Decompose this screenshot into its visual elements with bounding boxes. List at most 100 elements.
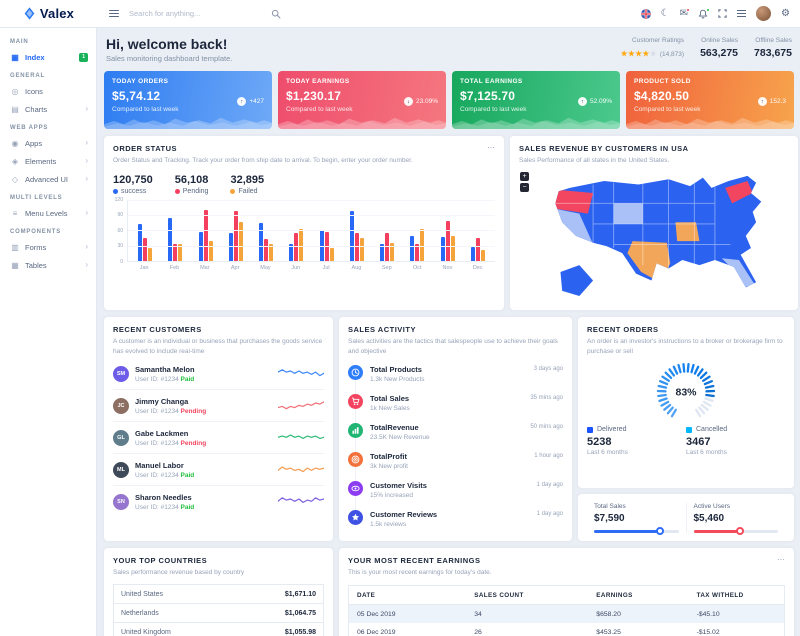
bar-failed[interactable] (451, 236, 455, 260)
earnings-amount: $658.20 (588, 605, 688, 624)
customer-name: Manuel Labor (135, 461, 194, 470)
recent-earnings-menu-icon[interactable]: ⋯ (777, 556, 785, 564)
bar-success[interactable] (410, 236, 414, 260)
slider-track[interactable] (694, 530, 779, 533)
bar-success[interactable] (259, 223, 263, 261)
fullscreen-icon[interactable] (718, 9, 727, 18)
map-state-wyoming[interactable] (614, 203, 643, 224)
moon-icon[interactable]: ☾ (661, 9, 670, 19)
earnings-column-header: SALES COUNT (466, 586, 588, 605)
activity-row[interactable]: TotalProfit 3k New profit 1 hour ago (348, 446, 563, 475)
activity-row[interactable]: Total Sales 1k New Sales 35 mins ago (348, 388, 563, 417)
bar-failed[interactable] (360, 238, 364, 261)
legend-square-icon (587, 427, 593, 433)
usa-map[interactable] (531, 169, 789, 302)
country-row[interactable]: United States $1,671.10 (113, 584, 324, 604)
mail-icon[interactable]: ✉ (680, 9, 688, 19)
logo[interactable]: Valex (0, 6, 97, 21)
activity-row[interactable]: Customer Reviews 1.5k reviews 1 day ago (348, 504, 563, 533)
bar-success[interactable] (471, 247, 475, 261)
country-row[interactable]: Netherlands $1,064.75 (113, 603, 324, 623)
bar-failed[interactable] (330, 248, 334, 261)
bar-failed[interactable] (148, 248, 152, 261)
slider-handle[interactable] (736, 527, 744, 535)
map-alaska[interactable] (560, 265, 593, 296)
sidebar-item-advanced-ui[interactable]: ◇ Advanced UI › (0, 170, 96, 188)
sidebar-section-label: GENERAL (0, 66, 96, 82)
x-tick-label: May (252, 265, 278, 271)
order-status-menu-icon[interactable]: ⋯ (487, 144, 495, 152)
stat-card-1[interactable]: TODAY EARNINGS $1,230.17 Compared to las… (278, 71, 446, 129)
y-tick-label: 0 (120, 259, 123, 265)
bar-success[interactable] (350, 211, 354, 260)
stat-card-compare: Compared to last week (286, 106, 438, 113)
hamburger-icon[interactable] (109, 8, 119, 19)
stat-card-3[interactable]: PRODUCT SOLD $4,820.50 Compared to last … (626, 71, 794, 129)
bar-success[interactable] (441, 237, 445, 261)
bar-pending[interactable] (415, 244, 419, 260)
customer-name: Jimmy Changa (135, 397, 206, 406)
customer-meta: User ID: #1234 Pending (135, 408, 206, 415)
sidebar-item-index[interactable]: ▦ Index 1 (0, 48, 96, 66)
sidebar-item-apps[interactable]: ◉ Apps › (0, 134, 96, 152)
avatar[interactable] (756, 6, 771, 21)
bar-pending[interactable] (476, 238, 480, 261)
bar-pending[interactable] (355, 233, 359, 261)
search-icon[interactable] (271, 9, 281, 19)
bar-pending[interactable] (234, 211, 238, 260)
sidebar-section-label: MAIN (0, 32, 96, 48)
activity-row[interactable]: Customer Visits 15% increased 1 day ago (348, 475, 563, 504)
country-row[interactable]: United Kingdom $1,055.98 (113, 622, 324, 636)
sidebar-item-label: Menu Levels (25, 209, 68, 218)
bar-pending[interactable] (264, 239, 268, 260)
customer-row[interactable]: GL Gabe Lackmen User ID: #1234 Pending (113, 422, 324, 454)
bell-icon[interactable] (698, 9, 708, 19)
bar-success[interactable] (199, 232, 203, 260)
bar-pending[interactable] (446, 221, 450, 261)
sidebar-item-tables[interactable]: ▦ Tables › (0, 256, 96, 274)
activity-row[interactable]: Total Products 1.3k New Products 3 days … (348, 359, 563, 388)
bar-pending[interactable] (143, 238, 147, 261)
sidebar-item-charts[interactable]: ▤ Charts › (0, 100, 96, 118)
activity-row[interactable]: TotalRevenue 23.5K New Revenue 50 mins a… (348, 417, 563, 446)
sidebar-item-label: Charts (25, 105, 47, 114)
slider-handle[interactable] (656, 527, 664, 535)
sidebar-item-menu-levels[interactable]: ≡ Menu Levels › (0, 204, 96, 222)
customer-row[interactable]: JC Jimmy Changa User ID: #1234 Pending (113, 390, 324, 422)
sidebar-item-elements[interactable]: ◈ Elements › (0, 152, 96, 170)
gear-icon[interactable]: ⚙ (781, 9, 790, 19)
earnings-table-row[interactable]: 05 Dec 2019 34 $658.20 -$45.10 (349, 605, 785, 624)
chart-icon (348, 423, 363, 438)
sidebar-item-forms[interactable]: ▥ Forms › (0, 238, 96, 256)
customer-row[interactable]: ML Manuel Labor User ID: #1234 Paid (113, 454, 324, 486)
customer-row[interactable]: SM Samantha Melon User ID: #1234 Paid (113, 358, 324, 390)
stat-card-0[interactable]: TODAY ORDERS $5,74.12 Compared to last w… (104, 71, 272, 129)
legend-note: Last 6 months (686, 449, 785, 456)
slider-track[interactable] (594, 530, 679, 533)
map-state-texas[interactable] (627, 241, 670, 282)
bar-pending[interactable] (325, 232, 329, 260)
bar-failed[interactable] (209, 241, 213, 260)
order-status-card: ORDER STATUS ⋯ Order Status and Tracking… (104, 136, 504, 310)
bar-failed[interactable] (481, 250, 485, 261)
flag-icon[interactable] (641, 9, 651, 19)
page-title: Hi, welcome back! (106, 36, 232, 52)
sidebar-item-icons[interactable]: ◎ Icons (0, 82, 96, 100)
map-zoom-in-button[interactable]: + (520, 172, 529, 181)
stat-card-2[interactable]: TOTAL EARNINGS $7,125.70 Compared to las… (452, 71, 620, 129)
bar-pending[interactable] (385, 233, 389, 260)
search-input[interactable] (129, 9, 269, 18)
bar-pending[interactable] (294, 233, 298, 260)
customer-row[interactable]: SN Sharon Needles User ID: #1234 Paid (113, 486, 324, 517)
bar-success[interactable] (168, 218, 172, 261)
map-zoom-out-button[interactable]: − (520, 183, 529, 192)
country-amount: $1,671.10 (285, 591, 316, 598)
bar-pending[interactable] (204, 210, 208, 261)
map-state-missouri[interactable] (675, 222, 699, 241)
recent-customers-card: RECENT CUSTOMERS A customer is an indivi… (104, 317, 333, 542)
bar-failed[interactable] (239, 222, 243, 261)
earnings-table-row[interactable]: 06 Dec 2019 26 $453.25 -$15.02 (349, 623, 785, 636)
bar-failed[interactable] (269, 244, 273, 260)
bar-success[interactable] (229, 233, 233, 261)
lines-icon[interactable] (737, 8, 746, 18)
